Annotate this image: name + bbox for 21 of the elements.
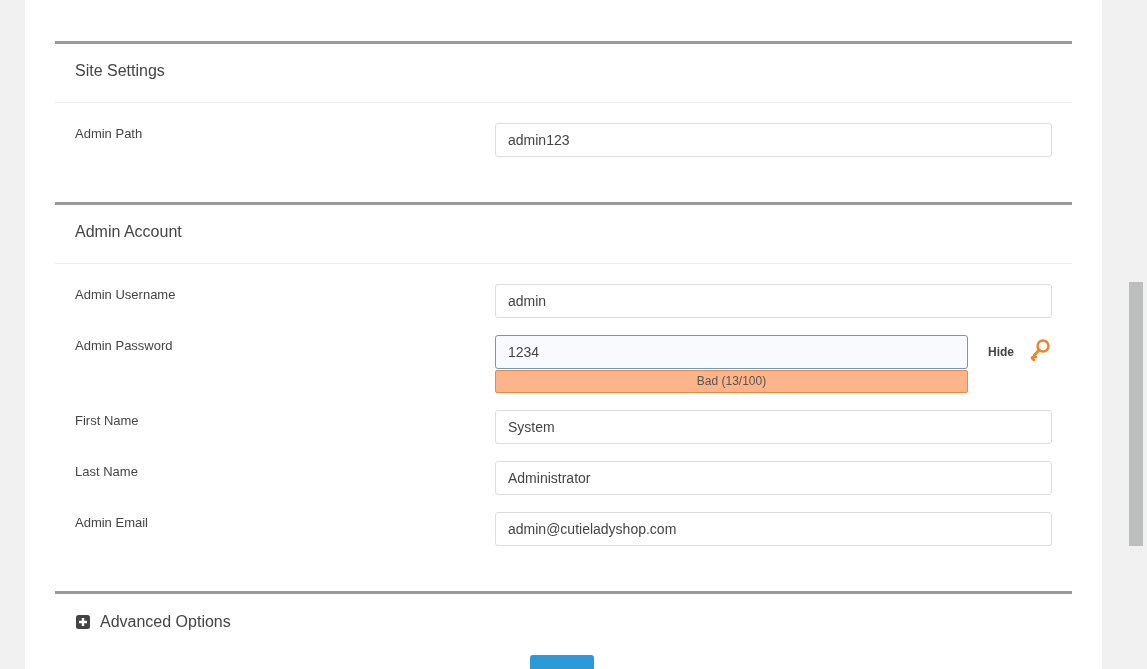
input-field[interactable]: admin@cutieladyshop.com — [495, 512, 1052, 546]
input-field[interactable]: 1234 — [495, 335, 968, 369]
section-title: Site Settings — [55, 44, 1072, 103]
advanced-options-toggle[interactable]: Advanced Options — [100, 613, 231, 631]
hide-link[interactable]: Hide — [988, 345, 1014, 359]
input-field[interactable]: admin — [495, 284, 1052, 318]
field-label: Admin Path — [75, 125, 144, 143]
field-label: Admin Email — [75, 514, 149, 532]
field-label: Admin Password — [75, 337, 174, 355]
key-icon — [1028, 338, 1052, 362]
scrollbar[interactable] — [1129, 282, 1143, 546]
section-title: Admin Account — [55, 205, 1072, 264]
input-field[interactable]: System — [495, 410, 1052, 444]
submit-button[interactable] — [530, 655, 594, 669]
input-field[interactable]: admin123 — [495, 123, 1052, 157]
password-strength-meter: Bad (13/100) — [495, 370, 968, 393]
field-label: Last Name — [75, 463, 139, 481]
field-label: Admin Username — [75, 286, 177, 304]
plus-icon[interactable] — [75, 614, 91, 630]
input-field[interactable]: Administrator — [495, 461, 1052, 495]
field-label: First Name — [75, 412, 140, 430]
